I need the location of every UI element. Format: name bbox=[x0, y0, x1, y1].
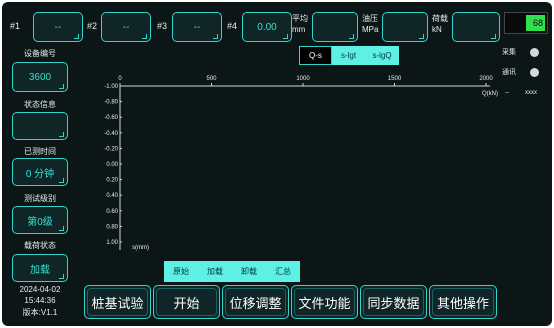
y-axis-label: s(mm) bbox=[132, 245, 149, 251]
x-tick-label: 1000 bbox=[296, 76, 310, 82]
pile-test-button[interactable]: 桩基试验 bbox=[84, 285, 151, 319]
tab-unloading[interactable]: 卸载 bbox=[232, 261, 266, 282]
legend-dash: -- bbox=[505, 90, 509, 96]
sync-data-button[interactable]: 同步数据 bbox=[360, 285, 427, 319]
legend-text: xxxx bbox=[525, 90, 537, 96]
app-screen: #1 -- #2 -- #3 -- #4 0.00 平均 mm 油压 MPa 荷… bbox=[2, 2, 552, 326]
y-tick-label: -0.60 bbox=[104, 115, 118, 121]
displacement-adjust-button[interactable]: 位移调整 bbox=[222, 285, 289, 319]
x-tick-label: 0 bbox=[118, 76, 122, 82]
file-function-button[interactable]: 文件功能 bbox=[291, 285, 358, 319]
y-tick-label: -0.20 bbox=[104, 146, 118, 152]
y-tick-label: 1.00 bbox=[106, 240, 118, 246]
other-operations-button[interactable]: 其他操作 bbox=[429, 285, 497, 319]
x-tick-label: 2000 bbox=[479, 76, 493, 82]
x-tick-label: 1500 bbox=[388, 76, 402, 82]
y-tick-label: -0.40 bbox=[104, 131, 118, 137]
tab-summary[interactable]: 汇总 bbox=[266, 261, 300, 282]
tab-loading[interactable]: 加载 bbox=[198, 261, 232, 282]
y-tick-label: 0.60 bbox=[106, 209, 118, 215]
x-axis-label: Q(kN) bbox=[482, 91, 498, 97]
y-tick-label: 0.40 bbox=[106, 193, 118, 199]
x-tick-label: 500 bbox=[206, 76, 217, 82]
y-tick-label: 0.80 bbox=[106, 224, 118, 230]
y-tick-label: -1.00 bbox=[104, 84, 118, 90]
y-tick-label: 0.00 bbox=[106, 162, 118, 168]
start-button[interactable]: 开始 bbox=[153, 285, 220, 319]
y-tick-label: -0.80 bbox=[104, 100, 118, 106]
tab-raw[interactable]: 原始 bbox=[164, 261, 198, 282]
y-tick-label: 0.20 bbox=[106, 178, 118, 184]
